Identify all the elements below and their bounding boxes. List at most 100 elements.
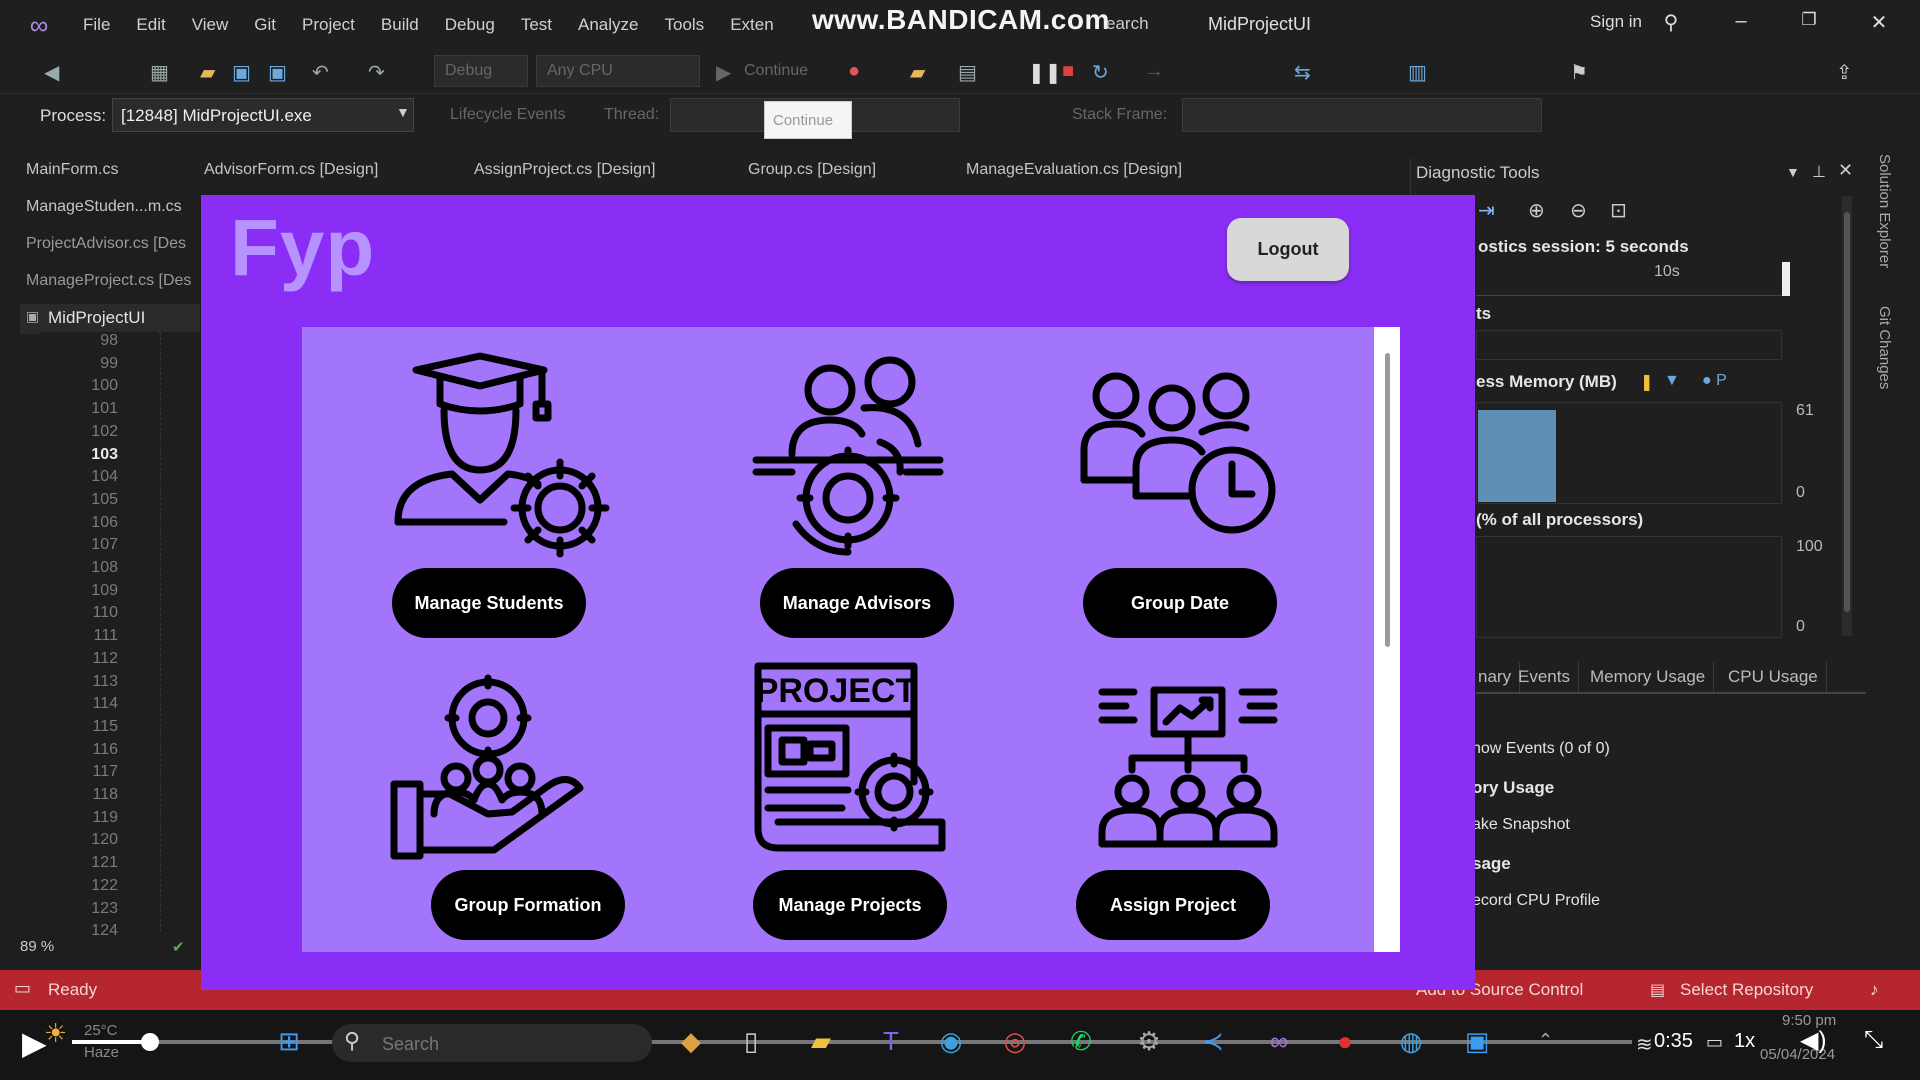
whatsapp-icon[interactable]: ✆ xyxy=(1062,1022,1100,1060)
menu-edit[interactable]: Edit xyxy=(136,15,165,35)
panel-scroll-thumb[interactable] xyxy=(1844,212,1850,612)
panel-close-icon[interactable]: ✕ xyxy=(1838,160,1853,181)
platform-dropdown[interactable]: Any CPU xyxy=(536,55,700,87)
task-view-icon[interactable]: ▯ xyxy=(732,1022,770,1060)
widgets-icon[interactable]: ◆ xyxy=(672,1022,710,1060)
restart-icon[interactable]: ↻ xyxy=(1092,60,1109,85)
chrome-icon[interactable]: ◎ xyxy=(996,1022,1034,1060)
manage-projects-button[interactable]: Manage Projects xyxy=(753,870,947,940)
menu-file[interactable]: File xyxy=(83,15,110,35)
continue-play-icon[interactable]: ▶ xyxy=(716,60,731,85)
manage-advisors-button[interactable]: Manage Advisors xyxy=(760,568,954,638)
reset-view-icon[interactable]: ⊡ xyxy=(1610,198,1627,223)
tab-assignproject-design[interactable]: AssignProject.cs [Design] xyxy=(468,152,661,188)
code-area[interactable] xyxy=(160,332,202,932)
menu-tools[interactable]: Tools xyxy=(665,15,705,35)
back-icon[interactable]: ◀ xyxy=(44,60,59,85)
breakpoints-icon[interactable]: ▥ xyxy=(1408,60,1427,85)
minimize-button[interactable]: – xyxy=(1726,10,1756,33)
windows-start-icon[interactable]: ⊞ xyxy=(270,1022,308,1060)
tab-managestudent[interactable]: ManageStuden...m.cs xyxy=(20,189,200,225)
stop-icon[interactable]: ■ xyxy=(1062,60,1074,83)
record-cpu-profile-link[interactable]: ecord CPU Profile xyxy=(1472,892,1600,910)
progress-handle[interactable] xyxy=(141,1033,159,1051)
tab-cpu-usage[interactable]: CPU Usage xyxy=(1720,662,1827,692)
visual-studio-logo-icon[interactable]: ∞ xyxy=(22,10,56,40)
wifi-icon[interactable]: ≋ xyxy=(1636,1032,1653,1057)
app-window-icon[interactable]: ▣ xyxy=(1458,1022,1496,1060)
git-changes-tab[interactable]: Git Changes xyxy=(1876,306,1893,389)
pin-icon[interactable]: ⊥ xyxy=(1812,162,1826,182)
browser-icon[interactable]: ◍ xyxy=(1392,1022,1430,1060)
manage-students-button[interactable]: Manage Students xyxy=(392,568,586,638)
show-events-link[interactable]: how Events (0 of 0) xyxy=(1472,740,1610,758)
menu-build[interactable]: Build xyxy=(381,15,419,35)
playback-speed[interactable]: 1x xyxy=(1734,1030,1755,1053)
continue-button[interactable]: Continue xyxy=(744,62,808,80)
step-over-icon[interactable]: ⇆ xyxy=(1294,60,1311,85)
volume-icon[interactable]: ◀) xyxy=(1800,1026,1826,1055)
assign-project-button[interactable]: Assign Project xyxy=(1076,870,1270,940)
restore-button[interactable]: ❐ xyxy=(1794,10,1824,30)
save-icon[interactable]: ▣ xyxy=(232,60,251,85)
tab-memory-usage[interactable]: Memory Usage xyxy=(1582,662,1715,692)
menu-debug[interactable]: Debug xyxy=(445,15,495,35)
timeline-cursor[interactable] xyxy=(1782,262,1790,296)
timeline-ruler[interactable] xyxy=(1476,262,1784,296)
tab-manageproject[interactable]: ManageProject.cs [Des xyxy=(20,263,200,299)
tab-advisorform-design[interactable]: AdvisorForm.cs [Design] xyxy=(198,152,384,188)
show-next-statement-icon[interactable]: → xyxy=(1144,60,1164,83)
menu-view[interactable]: View xyxy=(192,15,229,35)
configuration-dropdown[interactable]: Debug xyxy=(434,55,528,87)
take-snapshot-link[interactable]: ake Snapshot xyxy=(1472,816,1570,834)
dropdown-icon[interactable]: ▼ xyxy=(1786,164,1800,180)
logout-button[interactable]: Logout xyxy=(1227,218,1349,281)
play-icon[interactable]: ▶ xyxy=(22,1024,47,1062)
tab-group-design[interactable]: Group.cs [Design] xyxy=(742,152,882,188)
lifecycle-events-button[interactable]: Lifecycle Events xyxy=(450,106,566,124)
menu-git[interactable]: Git xyxy=(254,15,276,35)
taskbar-search-box[interactable] xyxy=(332,1024,652,1062)
sign-in-link[interactable]: Sign in xyxy=(1590,12,1642,32)
select-tools-icon[interactable]: ⇥ xyxy=(1478,198,1495,223)
account-icon[interactable]: ⚲ xyxy=(1656,10,1686,35)
settings-gear-icon[interactable]: ⚙ xyxy=(1130,1022,1168,1060)
zoom-out-icon[interactable]: ⊖ xyxy=(1570,198,1587,223)
dashboard-scroll-thumb[interactable] xyxy=(1385,353,1390,647)
tab-projectadvisor[interactable]: ProjectAdvisor.cs [Des xyxy=(20,226,200,262)
menu-project[interactable]: Project xyxy=(302,15,355,35)
menu-test[interactable]: Test xyxy=(521,15,552,35)
select-repository-button[interactable]: Select Repository xyxy=(1680,980,1813,1000)
folder-icon[interactable]: ▰ xyxy=(910,60,925,85)
cpu-graph[interactable] xyxy=(1476,536,1782,638)
menu-extensions[interactable]: Exten xyxy=(730,15,773,35)
stack-frame-dropdown[interactable] xyxy=(1182,98,1542,132)
zoom-in-icon[interactable]: ⊕ xyxy=(1528,198,1545,223)
close-button[interactable]: ✕ xyxy=(1864,10,1894,35)
visual-studio-icon[interactable]: ∞ xyxy=(1260,1022,1298,1060)
share-icon[interactable]: ⇪ xyxy=(1836,60,1853,85)
search-box[interactable]: earch xyxy=(1106,14,1149,34)
tab-events[interactable]: Events xyxy=(1510,662,1579,692)
tray-chevron-icon[interactable]: ⌃ xyxy=(1538,1030,1553,1051)
undo-icon[interactable]: ↶ xyxy=(312,60,329,85)
file-explorer-icon[interactable]: ▰ xyxy=(802,1022,840,1060)
zoom-level[interactable]: 89 % xyxy=(20,938,54,955)
hot-reload-icon[interactable]: ● xyxy=(848,60,860,83)
teams-icon[interactable]: T xyxy=(872,1022,910,1060)
save-all-icon[interactable]: ▣ xyxy=(268,60,287,85)
exit-fullscreen-icon[interactable]: ⤡ xyxy=(1864,1026,1883,1054)
edge-icon[interactable]: ◉ xyxy=(932,1022,970,1060)
new-item-icon[interactable]: ▦ xyxy=(150,60,169,85)
output-icon[interactable]: ▭ xyxy=(14,978,31,999)
bookmark-icon[interactable]: ⚑ xyxy=(1570,60,1588,85)
menu-analyze[interactable]: Analyze xyxy=(578,15,638,35)
open-folder-icon[interactable]: ▰ xyxy=(200,60,215,85)
redo-icon[interactable]: ↷ xyxy=(368,60,385,85)
notifications-icon[interactable]: ♪ xyxy=(1870,980,1879,1000)
tab-mainform[interactable]: MainForm.cs xyxy=(20,152,124,188)
window-layout-icon[interactable]: ▤ xyxy=(958,60,977,85)
group-date-button[interactable]: Group Date xyxy=(1083,568,1277,638)
process-dropdown[interactable]: [12848] MidProjectUI.exe xyxy=(112,98,414,132)
vscode-icon[interactable]: ≺ xyxy=(1194,1022,1232,1060)
